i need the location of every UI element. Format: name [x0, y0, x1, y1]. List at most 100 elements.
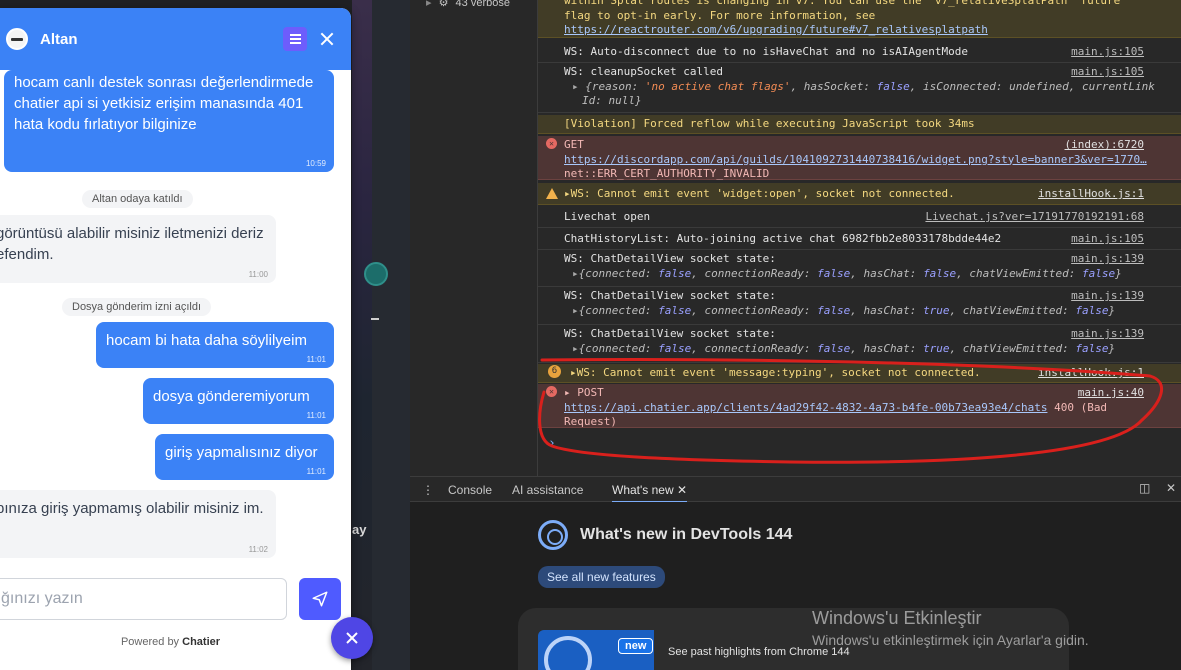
console-object[interactable]: ▸{connected: false, connectionReady: fal…: [564, 304, 1181, 319]
background-partial-text: ay: [352, 522, 367, 537]
console-text: ChatHistoryList: Auto-joining active cha…: [564, 232, 1002, 245]
console-output: within Splat routes is changing in v7. Y…: [538, 0, 1181, 476]
message-text: pınıza giriş yapmamış olabilir misiniz i…: [0, 500, 264, 517]
obj-value: false: [876, 79, 910, 93]
message-bubble-user: dosya gönderemiyorum 11:01: [143, 378, 334, 424]
system-message: Altan odaya katıldı: [82, 190, 193, 208]
message-bubble-user: giriş yapmalısınız diyor 11:01: [155, 434, 334, 480]
console-link[interactable]: https://api.chatier.app/clients/4ad29f42…: [564, 401, 1047, 414]
tab-ai-assistance[interactable]: AI assistance: [512, 483, 583, 497]
send-icon: [312, 591, 328, 607]
highlights-thumbnail: new: [538, 630, 654, 670]
message-text: hocam canlı destek sonrası değerlendirme…: [14, 74, 314, 133]
console-message-error: ✕ GET https://discordapp.com/api/guilds/…: [538, 136, 1181, 180]
floating-app-icon[interactable]: [364, 262, 388, 286]
source-link[interactable]: main.js:139: [1071, 327, 1144, 342]
expand-arrow-icon: ▸: [570, 366, 577, 379]
message-text: görüntüsü alabilir misiniz iletmenizi de…: [0, 225, 264, 263]
http-method: POST: [577, 386, 604, 399]
console-text: flag to opt-in early. For more informati…: [564, 8, 876, 22]
tab-label: What's new: [612, 483, 674, 497]
console-link[interactable]: https://reactrouter.com/v6/upgrading/fut…: [564, 23, 1181, 38]
source-link[interactable]: main.js:139: [1071, 252, 1144, 267]
console-message: WS: Auto-disconnect due to no isHaveChat…: [538, 43, 1181, 63]
agent-name: Altan: [40, 30, 78, 48]
obj-value: false: [817, 266, 851, 280]
console-text: WS: Auto-disconnect due to no isHaveChat…: [564, 45, 968, 58]
obj-value: true: [923, 303, 950, 317]
message-bubble-agent: görüntüsü alabilir misiniz iletmenizi de…: [0, 215, 276, 283]
console-message-warning: ▸WS: Cannot emit event 'widget:open', so…: [538, 183, 1181, 205]
obj-value: true: [923, 341, 950, 355]
console-text: Livechat open: [564, 210, 651, 223]
source-link[interactable]: main.js:40: [1078, 386, 1144, 401]
obj-text: Id: null}: [582, 94, 642, 107]
obj-value: false: [658, 303, 692, 317]
console-object[interactable]: ▸ {reason: 'no active chat flags', hasSo…: [564, 80, 1181, 95]
console-message: WS: ChatDetailView socket state: ▸{conne…: [538, 250, 1181, 287]
console-link[interactable]: https://discordapp.com/api/guilds/104109…: [564, 153, 1181, 168]
menu-icon[interactable]: [283, 27, 307, 51]
kebab-menu-icon[interactable]: ⋮: [422, 483, 434, 497]
close-icon[interactable]: [319, 31, 335, 47]
close-tab-icon[interactable]: ✕: [677, 483, 687, 497]
message-list: hocam canlı destek sonrası değerlendirme…: [0, 70, 351, 570]
obj-value: false: [1082, 266, 1116, 280]
obj-value: false: [923, 266, 957, 280]
message-time: 11:01: [306, 411, 326, 420]
message-input[interactable]: ğınızı yazın: [0, 578, 287, 620]
new-badge: new: [618, 638, 654, 654]
source-link[interactable]: installHook.js:1: [1038, 187, 1144, 202]
page-background-strip-dark: [372, 0, 410, 670]
repeat-count-badge: 6: [548, 365, 561, 378]
chat-widget: Altan hocam canlı destek sonrası değerle…: [0, 8, 351, 670]
expand-arrow-icon: ▸: [572, 341, 579, 355]
console-message-warning: 6 ▸WS: Cannot emit event 'message:typing…: [538, 364, 1181, 383]
expand-arrow-icon: ▸: [572, 266, 579, 280]
message-bubble-user: hocam bi hata daha söylilyeim 11:01: [96, 322, 334, 368]
message-time: 11:02: [248, 545, 268, 554]
console-sidebar: ▸ ⚙ 43 verbose: [410, 0, 538, 476]
source-link[interactable]: main.js:105: [1071, 45, 1144, 60]
close-drawer-icon[interactable]: ✕: [1166, 481, 1176, 495]
obj-value: false: [817, 341, 851, 355]
console-text: WS: Cannot emit event 'message:typing', …: [576, 366, 981, 379]
agent-avatar: [6, 28, 28, 50]
whats-new-panel: What's new in DevTools 144 See all new f…: [410, 502, 1181, 670]
console-text: WS: Cannot emit event 'widget:open', soc…: [570, 187, 955, 200]
obj-value: false: [817, 303, 851, 317]
console-text: within Splat routes is changing in v7. Y…: [564, 0, 1121, 7]
powered-brand[interactable]: Chatier: [182, 636, 220, 648]
tab-whats-new[interactable]: What's new ✕: [612, 483, 688, 503]
console-object[interactable]: ▸{connected: false, connectionReady: fal…: [564, 267, 1181, 282]
tab-console[interactable]: Console: [448, 483, 492, 497]
whats-new-title: What's new in DevTools 144: [580, 526, 793, 543]
console-message-violation: [Violation] Forced reflow while executin…: [538, 115, 1181, 134]
source-link[interactable]: main.js:105: [1071, 232, 1144, 247]
close-chat-button[interactable]: [331, 617, 373, 659]
message-bubble-agent: pınıza giriş yapmamış olabilir misiniz i…: [0, 490, 276, 558]
devtools-panel: ▸ ⚙ 43 verbose within Splat routes is ch…: [410, 0, 1181, 670]
console-prompt[interactable]: ›: [548, 436, 556, 451]
sidebar-item-verbose[interactable]: ▸ ⚙ 43 verbose: [426, 0, 510, 9]
dock-side-icon[interactable]: ◫: [1139, 481, 1150, 495]
see-all-features-button[interactable]: See all new features: [538, 566, 665, 588]
console-object[interactable]: ▸{connected: false, connectionReady: fal…: [564, 342, 1181, 357]
source-link[interactable]: installHook.js:1: [1038, 366, 1144, 381]
source-link[interactable]: main.js:139: [1071, 289, 1144, 304]
source-link[interactable]: main.js:105: [1071, 65, 1144, 80]
source-link[interactable]: (index):6720: [1065, 138, 1144, 153]
message-text: giriş yapmalısınız diyor: [165, 444, 318, 461]
system-message: Dosya gönderim izni açıldı: [62, 298, 212, 316]
send-button[interactable]: [299, 578, 341, 620]
expand-arrow-icon: ▸: [572, 79, 579, 93]
error-icon: ✕: [546, 138, 557, 149]
obj-value: 'no active chat flags': [644, 79, 791, 93]
obj-text: , currentLink: [1068, 79, 1155, 93]
windows-activation-subtitle: Windows'u etkinleştirmek için Ayarlar'a …: [812, 632, 1089, 648]
obj-value: false: [658, 341, 692, 355]
status-code: 400 (Bad: [1054, 400, 1108, 414]
source-link[interactable]: Livechat.js?ver=17191770192191:68: [925, 210, 1144, 225]
verbose-label: 43 verbose: [455, 0, 510, 9]
obj-text: {reason:: [585, 79, 645, 93]
